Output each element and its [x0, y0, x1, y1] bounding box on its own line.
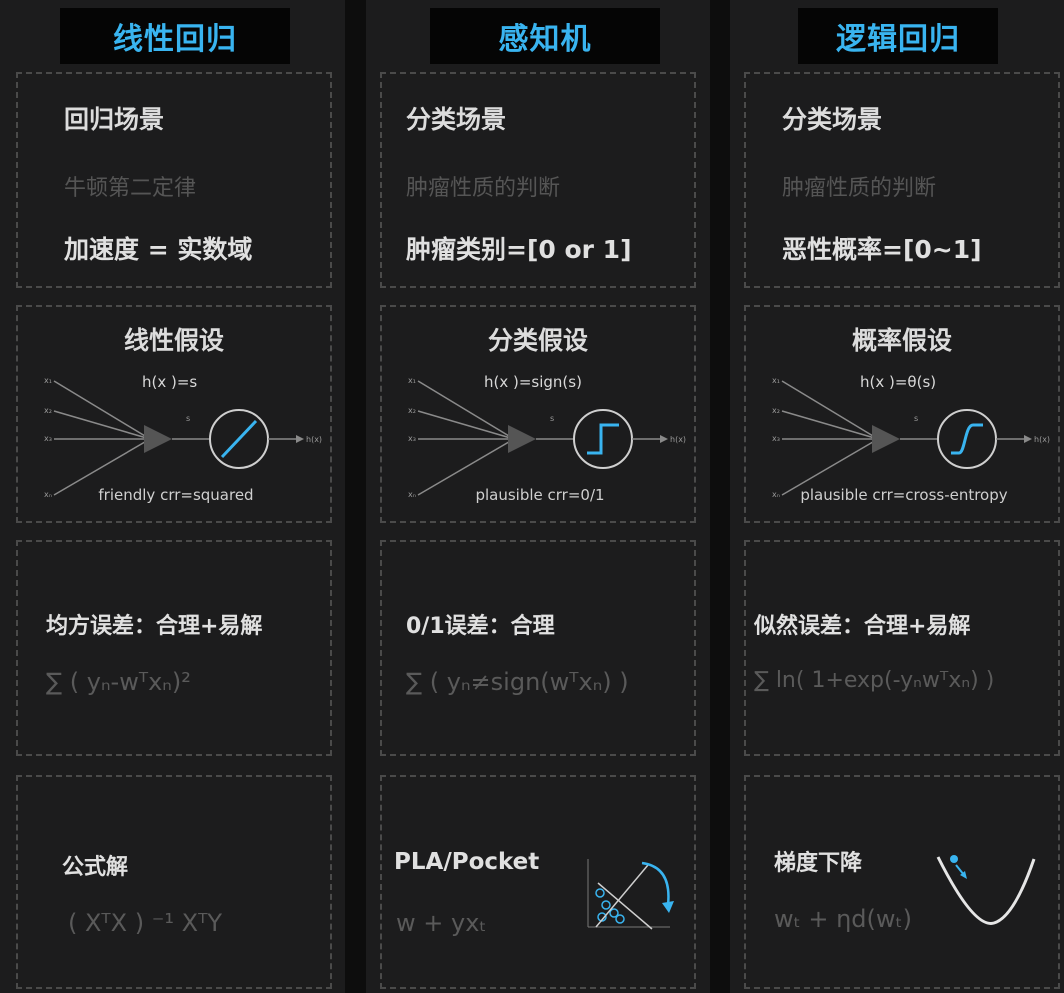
error-formula: ∑ ( yₙ-wᵀxₙ)²: [46, 668, 191, 696]
column-logistic-regression: 逻辑回归 分类场景 肿瘤性质的判断 恶性概率=[0~1] 概率假设 h(x )=…: [730, 0, 1064, 993]
solve-formula: w + yxₜ: [396, 909, 487, 937]
solve-box: 梯度下降 wₜ + ηd(wₜ): [744, 775, 1060, 989]
scenario-box: 分类场景 肿瘤性质的判断 恶性概率=[0~1]: [744, 72, 1060, 288]
activation-node: [573, 409, 633, 469]
solve-heading: 梯度下降: [774, 851, 863, 876]
err-note: friendly crr=squared: [98, 486, 253, 504]
hypothesis-formula: h(x )=θ(s): [860, 373, 936, 391]
input-label: x₁: [772, 376, 780, 385]
input-label: x₂: [408, 406, 416, 415]
output-label: h(x): [306, 435, 322, 444]
hypothesis-heading: 概率假设: [851, 326, 952, 355]
hypothesis-box: 分类假设 h(x )=sign(s) x₁ x₂ x₃ xₙ s h(x) pl…: [380, 305, 696, 523]
summation-triangle: [508, 425, 536, 453]
gradient-descent-icon: [936, 855, 1036, 925]
svg-text:plausible crr=0/1: plausible crr=0/1: [475, 486, 604, 504]
error-box: 0/1误差：合理 ∑ ( yₙ≠sign(wᵀxₙ) ): [380, 540, 696, 756]
scenario-target: 肿瘤类别=[0 or 1]: [406, 235, 632, 264]
error-box: 似然误差：合理+易解 ∑ ln( 1+exp(-yₙwᵀxₙ) ): [744, 540, 1060, 756]
hypothesis-formula: h(x )=sign(s): [484, 373, 582, 391]
input-label: x₂: [772, 406, 780, 415]
input-label: x₁: [44, 376, 52, 385]
scenario-example: 牛顿第二定律: [64, 176, 197, 201]
summation-triangle: [144, 425, 172, 453]
column-title: 逻辑回归: [798, 8, 998, 64]
input-label: x₁: [408, 376, 416, 385]
sum-label: s: [914, 414, 918, 423]
svg-text:friendly crr=squared: friendly crr=squared: [98, 486, 253, 504]
svg-text:plausible crr=cross-entropy: plausible crr=cross-entropy: [800, 486, 1007, 504]
column-perceptron: 感知机 分类场景 肿瘤性质的判断 肿瘤类别=[0 or 1] 分类假设 h(x …: [366, 0, 710, 993]
sum-label: s: [550, 414, 554, 423]
scenario-example: 肿瘤性质的判断: [406, 176, 561, 201]
solve-box: PLA/Pocket w + yxₜ: [380, 775, 696, 989]
scenario-target: 恶性概率=[0~1]: [782, 235, 982, 264]
input-label: x₃: [408, 434, 416, 443]
error-formula: ∑ ( yₙ≠sign(wᵀxₙ) ): [406, 668, 629, 696]
scenario-target: 加速度 = 实数域: [64, 235, 253, 264]
output-label: h(x): [1034, 435, 1050, 444]
solve-formula: wₜ + ηd(wₜ): [774, 905, 912, 933]
err-note: plausible crr=cross-entropy: [800, 486, 1007, 504]
activation-node: [937, 409, 997, 469]
input-label: x₃: [772, 434, 780, 443]
error-heading: 0/1误差：合理: [406, 614, 555, 639]
solve-box: 公式解 ( XᵀX ) ⁻¹ XᵀY: [16, 775, 332, 989]
hypothesis-box: 线性假设 h(x )=s x₁ x₂ x₃ xₙ s h(x) friendly…: [16, 305, 332, 523]
scenario-heading: 回归场景: [64, 105, 165, 134]
scenario-box: 回归场景 牛顿第二定律 加速度 = 实数域: [16, 72, 332, 288]
column-linear-regression: 线性回归 回归场景 牛顿第二定律 加速度 = 实数域 线性假设 h(x )=s …: [0, 0, 345, 993]
solve-heading: 公式解: [62, 855, 129, 880]
column-title: 感知机: [430, 8, 660, 64]
column-title: 线性回归: [60, 8, 290, 64]
scenario-box: 分类场景 肿瘤性质的判断 肿瘤类别=[0 or 1]: [380, 72, 696, 288]
hypothesis-heading: 线性假设: [123, 326, 224, 355]
scenario-heading: 分类场景: [406, 105, 507, 134]
sum-label: s: [186, 414, 190, 423]
solve-heading: PLA/Pocket: [394, 849, 540, 875]
error-box: 均方误差：合理+易解 ∑ ( yₙ-wᵀxₙ)²: [16, 540, 332, 756]
summation-triangle: [872, 425, 900, 453]
solve-formula: ( XᵀX ) ⁻¹ XᵀY: [68, 909, 222, 937]
hypothesis-formula: h(x )=s: [142, 373, 197, 391]
error-heading: 均方误差：合理+易解: [46, 614, 263, 639]
input-label: x₂: [44, 406, 52, 415]
err-note: plausible crr=0/1: [475, 486, 604, 504]
hypothesis-box: 概率假设 h(x )=θ(s) x₁ x₂ x₃ xₙ s h(x) plaus…: [744, 305, 1060, 523]
input-label: x₃: [44, 434, 52, 443]
scenario-example: 肿瘤性质的判断: [782, 176, 937, 201]
error-formula: ∑ ln( 1+exp(-yₙwᵀxₙ) ): [754, 668, 995, 693]
hypothesis-heading: 分类假设: [487, 326, 588, 355]
pla-scatter-icon: [587, 859, 674, 930]
error-heading: 似然误差：合理+易解: [754, 614, 971, 639]
output-label: h(x): [670, 435, 686, 444]
scenario-heading: 分类场景: [782, 105, 883, 134]
